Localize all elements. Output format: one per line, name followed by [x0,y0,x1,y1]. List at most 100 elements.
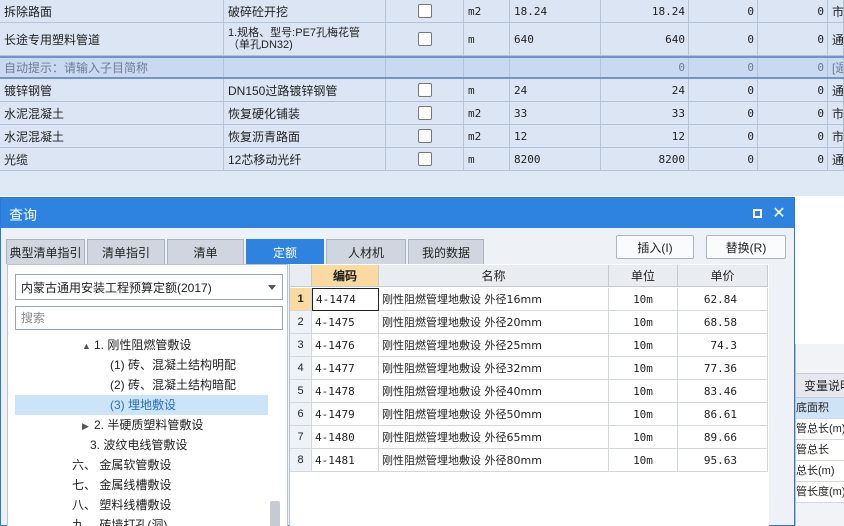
row-checkbox[interactable] [417,4,432,18]
cell-unit[interactable]: 10m [609,380,678,403]
cell-price[interactable]: 62.84 [678,288,768,311]
cell-name: 拆除路面 [0,0,224,22]
table-row[interactable]: 8 4-1481 刚性阻燃管埋地敷设 外径80mm 10m 95.63 [290,449,770,472]
unit-column-header[interactable]: 单位 [609,265,678,287]
tree-item[interactable]: (3) 埋地敷设 [15,395,268,415]
table-row[interactable]: 7 4-1480 刚性阻燃管埋地敷设 外径65mm 10m 89.66 [290,426,770,449]
table-row[interactable]: 2 4-1475 刚性阻燃管埋地敷设 外径20mm 10m 68.58 [290,311,770,334]
replace-button[interactable]: 替换(R) [706,235,786,259]
cell-name[interactable]: 刚性阻燃管埋地敷设 外径25mm [379,334,609,357]
variable-row[interactable]: 管长度(m) [796,482,844,503]
code-column-header[interactable]: 编码 [312,265,379,287]
variable-row[interactable]: 管总长(m) [796,419,844,440]
cell-idx: 4 [290,357,312,380]
cell-cb[interactable] [386,23,464,55]
tab-2[interactable]: 清单指引 [87,239,165,264]
tree-item[interactable]: ▶ 2. 半硬质塑料管敷设 [82,415,203,435]
cell-cb[interactable] [386,0,464,22]
bill-row[interactable]: 光缆 12芯移动光纤 m 8200 8200 0 0 通 [0,148,844,171]
cell-cb[interactable] [386,102,464,124]
table-row[interactable]: 1 4-1474 刚性阻燃管埋地敷设 外径16mm 10m 62.84 [290,288,770,311]
cell-price[interactable]: 74.3 [678,334,768,357]
cell-last: 市 [828,102,844,124]
variable-row[interactable]: 总长(m) [796,461,844,482]
cell-code[interactable]: 4-1476 [312,334,379,357]
quota-library-select[interactable]: 内蒙古通用安装工程预算定额(2017) [15,274,283,300]
cell-price[interactable]: 68.58 [678,311,768,334]
row-checkbox[interactable] [417,129,432,143]
tree-scrollbar-thumb[interactable] [270,501,280,526]
insert-button[interactable]: 插入(I) [616,235,694,259]
cell-name[interactable]: 刚性阻燃管埋地敷设 外径20mm [379,311,609,334]
cell-name: 水泥混凝土 [0,102,224,124]
row-checkbox[interactable] [417,106,432,120]
cell-unit[interactable]: 10m [609,426,678,449]
table-row[interactable]: 5 4-1478 刚性阻燃管埋地敷设 外径40mm 10m 83.46 [290,380,770,403]
bill-row[interactable]: 水泥混凝土 恢复硬化铺装 m2 33 33 0 0 市 [0,102,844,125]
dialog-titlebar[interactable]: 查询 ✕ [1,198,794,228]
cell-unit[interactable]: 10m [609,449,678,472]
cell-unit[interactable]: 10m [609,334,678,357]
bill-row[interactable]: 拆除路面 破碎砼开挖 m2 18.24 18.24 0 0 市 [0,0,844,23]
cell-unit[interactable]: 10m [609,403,678,426]
cell-price[interactable]: 95.63 [678,449,768,472]
cell-name[interactable]: 刚性阻燃管埋地敷设 外径65mm [379,426,609,449]
expand-arrow-icon[interactable]: ▶ [82,416,94,436]
tree-item[interactable]: 八、 塑料线槽敷设 [72,495,171,515]
cell-code[interactable]: 4-1474 [312,288,379,311]
cell-price[interactable]: 89.66 [678,426,768,449]
cell-unit[interactable]: 10m [609,288,678,311]
row-checkbox[interactable] [417,152,432,166]
price-column-header[interactable]: 单价 [678,265,768,287]
cell-code[interactable]: 4-1479 [312,403,379,426]
tab-3[interactable]: 清单 [167,239,244,264]
cell-name[interactable]: 刚性阻燃管埋地敷设 外径16mm [379,288,609,311]
cell-cb[interactable] [386,79,464,101]
cell-code[interactable]: 4-1477 [312,357,379,380]
cell-cb[interactable] [386,148,464,170]
tree-item[interactable]: 六、 金属软管敷设 [72,455,171,475]
table-row[interactable]: 3 4-1476 刚性阻燃管埋地敷设 外径25mm 10m 74.3 [290,334,770,357]
cell-unit[interactable]: 10m [609,357,678,380]
cell-name[interactable]: 刚性阻燃管埋地敷设 外径50mm [379,403,609,426]
auto-hint-row[interactable]: 自动提示：请输入子目简称000[遁 [0,56,844,79]
table-row[interactable]: 4 4-1477 刚性阻燃管埋地敷设 外径32mm 10m 77.36 [290,357,770,380]
cell-price[interactable]: 86.61 [678,403,768,426]
collapse-arrow-icon[interactable]: ▲ [82,336,94,356]
cell-name[interactable]: 刚性阻燃管埋地敷设 外径32mm [379,357,609,380]
variable-row[interactable]: 管总长 [796,440,844,461]
cell-code[interactable]: 4-1481 [312,449,379,472]
tab-1[interactable]: 典型清单指引 [6,239,85,264]
cell-code[interactable]: 4-1480 [312,426,379,449]
bill-row[interactable]: 长途专用塑料管道 1.规格、型号:PE7孔梅花管（单孔DN32) m 640 640 0 0… [0,23,844,56]
cell-code[interactable]: 4-1478 [312,380,379,403]
name-column-header[interactable]: 名称 [379,265,609,287]
cell-unit[interactable]: 10m [609,311,678,334]
cell-price[interactable]: 83.46 [678,380,768,403]
cell-price[interactable]: 77.36 [678,357,768,380]
bill-row[interactable]: 镀锌钢管 DN150过路镀锌钢管 m 24 24 0 0 通 [0,79,844,102]
tree-item[interactable]: (1) 砖、混凝土结构明配 [110,355,236,375]
tree-item[interactable]: 九、 砖墙打孔(洞) [72,515,167,526]
row-checkbox[interactable] [417,32,432,46]
cell-cb[interactable] [386,58,464,77]
table-row[interactable]: 6 4-1479 刚性阻燃管埋地敷设 外径50mm 10m 86.61 [290,403,770,426]
cell-cb[interactable] [386,125,464,147]
maximize-button[interactable] [747,203,767,223]
tree-item-label: 七、 金属线槽敷设 [72,478,172,492]
cell-code[interactable]: 4-1475 [312,311,379,334]
tab-5[interactable]: 人材机 [326,239,406,264]
variable-row[interactable]: 底面积 [796,398,844,419]
search-input[interactable] [15,306,283,330]
cell-name[interactable]: 刚性阻燃管埋地敷设 外径80mm [379,449,609,472]
row-checkbox[interactable] [417,83,432,97]
tab-6[interactable]: 我的数据 [408,239,484,264]
tree-item[interactable]: 3. 波纹电线管敷设 [90,435,187,455]
tree-item[interactable]: ▲ 1. 刚性阻燃管敷设 [82,335,191,355]
tab-4[interactable]: 定额 [246,239,324,264]
bill-row[interactable]: 水泥混凝土 恢复沥青路面 m2 12 12 0 0 市 [0,125,844,148]
cell-name[interactable]: 刚性阻燃管埋地敷设 外径40mm [379,380,609,403]
tree-item[interactable]: 七、 金属线槽敷设 [72,475,171,495]
tree-item[interactable]: (2) 砖、混凝土结构暗配 [110,375,236,395]
close-button[interactable]: ✕ [769,203,789,223]
